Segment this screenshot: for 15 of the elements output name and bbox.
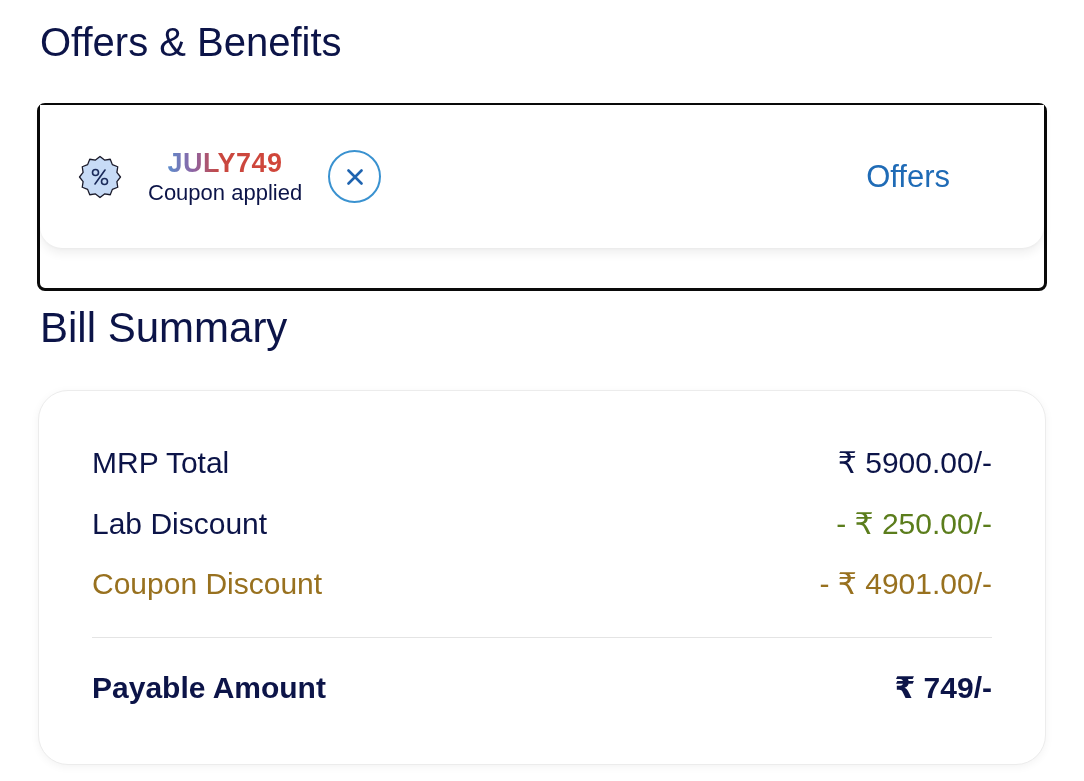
bill-row-label: Lab Discount [92,505,268,542]
payable-amount: ₹ 749/- [894,669,992,706]
discount-badge-icon [78,154,122,199]
bill-row-amount: - ₹ 250.00/- [836,505,992,542]
section-title: Offers & Benefits [40,19,342,66]
section-title: Bill Summary [40,303,288,353]
offers-link[interactable]: Offers [866,158,950,195]
bill-row-label: Coupon Discount [92,566,323,603]
coupon-status: Coupon applied [148,178,303,207]
bill-row-label: MRP Total [92,445,230,482]
close-icon [346,168,363,185]
bill-row-amount: ₹ 5900.00/- [837,445,992,482]
remove-coupon-button[interactable] [328,150,382,203]
payable-label: Payable Amount [92,669,326,706]
bill-row-amount: - ₹ 4901.00/- [819,566,992,603]
